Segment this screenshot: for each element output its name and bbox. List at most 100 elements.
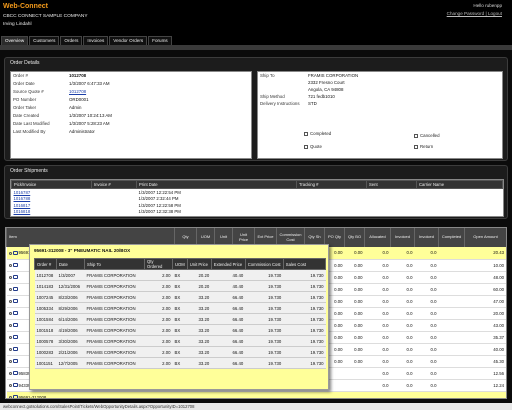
history-cell: FRAMIS CORPORATION: [84, 346, 145, 358]
col-sales-cost: Sales Cost: [282, 258, 327, 270]
cancelled-checkbox[interactable]: Cancelled: [414, 133, 440, 138]
history-cell: 19.730: [283, 269, 326, 281]
history-cell: FRAMIS CORPORATION: [84, 335, 145, 347]
line-value: [174, 391, 197, 398]
history-cell: 8/23/2006: [56, 291, 85, 303]
col-open-amount[interactable]: Open Amount: [464, 228, 506, 247]
table-row[interactable]: 95691-312008: [6, 391, 506, 398]
tab-orders[interactable]: Orders: [60, 36, 83, 45]
tab-invoices[interactable]: Invoices: [83, 36, 109, 45]
history-cell: 66.40: [211, 302, 246, 314]
col-allocated[interactable]: Allocated: [364, 228, 391, 247]
ship-to-street: 2332 Fresno Court: [308, 80, 345, 85]
item-detail-icon[interactable]: [12, 287, 18, 292]
col-print-date[interactable]: Print Date: [136, 180, 297, 189]
line-value: 0.0: [390, 379, 415, 392]
magnifier-icon[interactable]: [8, 263, 12, 267]
magnifier-icon[interactable]: [8, 251, 12, 255]
magnifier-icon[interactable]: [8, 311, 12, 315]
history-cell: 40.40: [211, 280, 246, 292]
item-detail-icon[interactable]: [12, 383, 18, 388]
checkbox-box[interactable]: [414, 133, 418, 138]
col-invoiced-1[interactable]: Invoiced: [390, 228, 415, 247]
section-title: Order Details: [10, 60, 40, 66]
line-value: 0.0: [390, 331, 415, 344]
history-cell: FRAMIS CORPORATION: [84, 291, 145, 303]
magnifier-icon[interactable]: [8, 287, 12, 291]
item-detail-icon[interactable]: [12, 359, 18, 364]
item-detail-icon[interactable]: [12, 251, 18, 256]
item-detail-icon[interactable]: [12, 299, 18, 304]
col-tracking[interactable]: Tracking #: [296, 180, 367, 189]
tab-overview[interactable]: Overview: [1, 36, 29, 45]
pick-link[interactable]: 1016787: [14, 190, 31, 195]
item-detail-icon[interactable]: [12, 263, 18, 268]
tab-forums[interactable]: Forums: [148, 36, 172, 45]
history-cell: 1014183: [34, 280, 57, 292]
quote-checkbox[interactable]: Quote: [304, 144, 322, 149]
col-sent[interactable]: Sent: [366, 180, 417, 189]
line-value: [464, 391, 506, 398]
line-item-cell[interactable]: 95691-312008: [6, 391, 175, 398]
line-value: 0.0: [414, 367, 439, 380]
source-quote-link-text[interactable]: 1012708: [69, 89, 86, 94]
table-row: 1001584 6/14/2006 FRAMIS CORPORATION 2.00 BX…: [34, 313, 326, 325]
table-row: 1001151 12/7/2005 FRAMIS CORPORATION 2.00 BX…: [34, 357, 326, 369]
item-detail-icon[interactable]: [12, 395, 18, 398]
item-detail-icon[interactable]: [12, 311, 18, 316]
line-value: 0.00: [344, 283, 365, 296]
table-row: 1016818 1/3/2007 12:32:38 PM: [12, 209, 503, 216]
table-row: 1012708 1/3/2007 FRAMIS CORPORATION 2.00 BX 2…: [34, 269, 326, 281]
magnifier-icon[interactable]: [8, 335, 12, 339]
col-invoiced-2[interactable]: Invoiced: [414, 228, 439, 247]
checkbox-box[interactable]: [304, 131, 308, 136]
checkbox-box[interactable]: [414, 144, 418, 149]
completed-checkbox[interactable]: Completed: [304, 131, 331, 136]
history-cell: 1/3/2007: [56, 269, 85, 281]
pick-link[interactable]: 1016817: [14, 203, 31, 208]
col-pick-invoice[interactable]: Pick/Invoice: [11, 180, 92, 189]
history-cell: 19.730: [245, 346, 284, 358]
history-cell: BX: [172, 313, 188, 325]
line-value: 0.0: [414, 307, 439, 320]
col-invoice-no[interactable]: Invoice #: [91, 180, 137, 189]
magnifier-icon[interactable]: [8, 323, 12, 327]
return-checkbox[interactable]: Return: [414, 144, 433, 149]
history-cell: 19.730: [283, 357, 326, 369]
line-value: 47.00: [464, 295, 506, 308]
item-detail-icon[interactable]: [12, 275, 18, 280]
delivery-value: STD: [308, 101, 317, 106]
item-detail-icon[interactable]: [12, 335, 18, 340]
line-value: 0.0: [414, 343, 439, 356]
account-links[interactable]: Change Password | Logout: [447, 11, 502, 16]
magnifier-icon[interactable]: [8, 299, 12, 303]
magnifier-icon[interactable]: [8, 347, 12, 351]
item-detail-icon[interactable]: [12, 371, 18, 376]
popup-history-table: Order # Date Ship To Qty Ordered UOM Uni…: [34, 258, 327, 369]
tab-vendor-orders[interactable]: Vendor Orders: [109, 36, 148, 45]
col-qty-bo[interactable]: Qty BO: [344, 228, 365, 247]
line-value: [324, 391, 345, 398]
pick-link[interactable]: 1016788: [14, 196, 31, 201]
col-completed[interactable]: Completed: [438, 228, 465, 247]
line-value: 60.00: [464, 283, 506, 296]
magnifier-icon[interactable]: [8, 371, 12, 375]
magnifier-icon[interactable]: [8, 275, 12, 279]
line-value: 10.00: [464, 259, 506, 272]
line-value: 0.0: [390, 283, 415, 296]
checkbox-box[interactable]: [304, 144, 308, 149]
magnifier-icon[interactable]: [8, 395, 12, 398]
magnifier-icon[interactable]: [8, 359, 12, 363]
nav-underline: [0, 45, 512, 50]
pick-link[interactable]: 1016818: [14, 209, 31, 214]
history-cell: BX: [172, 269, 188, 281]
magnifier-icon[interactable]: [8, 383, 12, 387]
source-quote-link[interactable]: 1012708: [67, 88, 114, 96]
line-value: 0.0: [414, 283, 439, 296]
line-value: [196, 391, 215, 398]
col-carrier[interactable]: Carrier Name: [416, 180, 503, 189]
line-value: [276, 391, 305, 398]
item-detail-icon[interactable]: [12, 347, 18, 352]
tab-customers[interactable]: Customers: [29, 36, 60, 45]
item-detail-icon[interactable]: [12, 323, 18, 328]
